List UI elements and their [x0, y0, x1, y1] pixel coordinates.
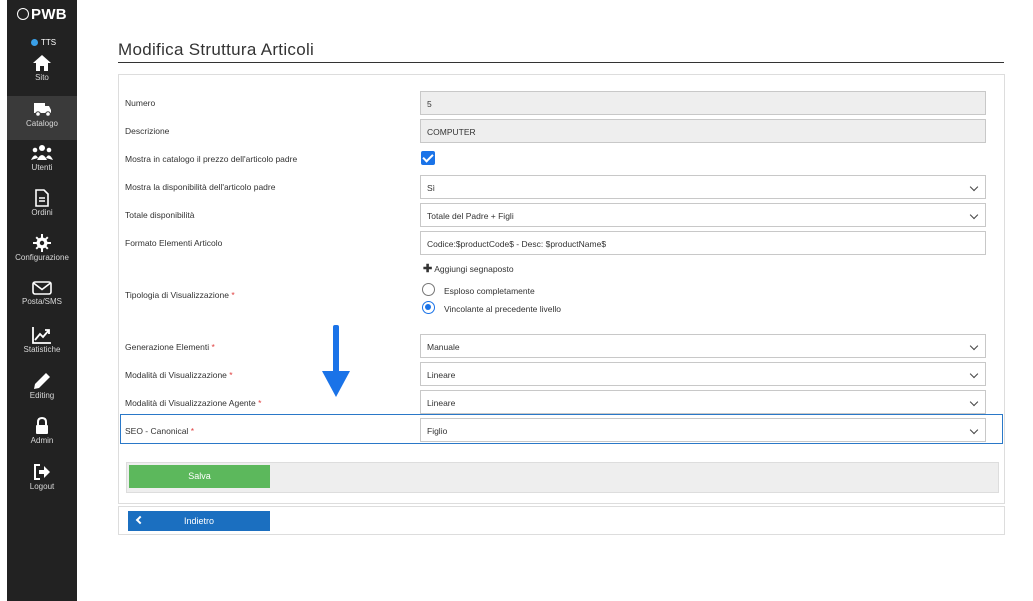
formato-label: Formato Elementi Articolo: [125, 238, 223, 248]
numero-value: 5: [427, 99, 432, 109]
nav-label: Configurazione: [15, 253, 69, 262]
nav-item-sito[interactable]: Sito: [7, 50, 77, 94]
title-divider: [118, 62, 1004, 63]
back-button[interactable]: Indietro: [128, 511, 270, 531]
arrow-down-icon: [322, 325, 350, 397]
descrizione-value: COMPUTER: [427, 127, 476, 137]
app-logo[interactable]: PWB: [7, 6, 77, 23]
chevron-left-icon: [135, 515, 145, 525]
radio-vincolante-label: Vincolante al precedente livello: [444, 304, 562, 314]
nav-item-admin[interactable]: Admin: [7, 413, 77, 457]
chart-icon: [32, 327, 51, 344]
modalita-text: Modalità di Visualizzazione: [125, 370, 227, 380]
chevron-down-icon: [969, 182, 979, 192]
formato-value: Codice:$productCode$ - Desc: $productNam…: [427, 239, 607, 249]
formato-input[interactable]: Codice:$productCode$ - Desc: $productNam…: [420, 231, 986, 255]
required-mark: *: [229, 370, 233, 380]
totale-disponibilita-value: Totale del Padre + Figli: [427, 211, 514, 221]
page-title: Modifica Struttura Articoli: [118, 40, 315, 59]
radio-esploso[interactable]: [422, 283, 435, 296]
modalita-select[interactable]: Lineare: [420, 362, 986, 386]
nav-item-logout[interactable]: Logout: [7, 459, 77, 503]
nav-item-catalogo[interactable]: Catalogo: [7, 96, 77, 140]
prezzo-padre-label: Mostra in catalogo il prezzo dell'artico…: [125, 154, 298, 164]
aggiungi-segnaposto-link[interactable]: ✚ Aggiungi segnaposto: [423, 262, 514, 275]
lock-icon: [36, 417, 48, 434]
nav-label: Posta/SMS: [21, 297, 62, 306]
nav-label: Utenti: [31, 163, 53, 172]
pencil-icon: [34, 373, 50, 389]
status-label: TTS: [41, 38, 57, 47]
disponibilita-padre-value: Sì: [427, 183, 436, 193]
status-dot-icon: [31, 38, 38, 46]
descrizione-field: COMPUTER: [420, 119, 986, 143]
modalita-agente-text: Modalità di Visualizzazione Agente: [125, 398, 256, 408]
chevron-down-icon: [969, 425, 979, 435]
home-icon: [33, 55, 51, 71]
nav-label: Sito: [35, 73, 49, 82]
radio-vincolante[interactable]: [422, 301, 435, 314]
totale-disponibilita-label: Totale disponibilità: [125, 210, 195, 220]
disponibilita-padre-label: Mostra la disponibilità dell'articolo pa…: [125, 182, 276, 192]
modalita-agente-select[interactable]: Lineare: [420, 390, 986, 414]
modalita-agente-label: Modalità di Visualizzazione Agente *: [125, 398, 261, 408]
seo-label: SEO - Canonical *: [125, 426, 194, 436]
seo-text: SEO - Canonical: [125, 426, 189, 436]
generazione-label: Generazione Elementi *: [125, 342, 215, 352]
page: PWB TTS Sito Catalogo Utenti Ordini Conf…: [0, 0, 1033, 601]
chevron-down-icon: [969, 369, 979, 379]
logo-text: PWB: [31, 6, 67, 23]
required-mark: *: [258, 398, 262, 408]
gear-icon: [33, 234, 51, 252]
save-button[interactable]: Salva: [129, 465, 270, 488]
modalita-value: Lineare: [427, 370, 456, 380]
totale-disponibilita-select[interactable]: Totale del Padre + Figli: [420, 203, 986, 227]
logo-icon: [17, 8, 30, 20]
numero-label: Numero: [125, 98, 156, 108]
required-mark: *: [190, 426, 194, 436]
generazione-value: Manuale: [427, 342, 460, 352]
tipologia-text: Tipologia di Visualizzazione: [125, 290, 229, 300]
radio-esploso-label: Esploso completamente: [444, 286, 535, 296]
nav-item-statistiche[interactable]: Statistiche: [7, 322, 77, 366]
chevron-down-icon: [969, 210, 979, 220]
document-icon: [35, 189, 49, 207]
modalita-label: Modalità di Visualizzazione *: [125, 370, 233, 380]
sidebar: PWB TTS Sito Catalogo Utenti Ordini Conf…: [7, 0, 77, 601]
users-icon: [31, 145, 53, 160]
nav-label: Logout: [29, 482, 55, 491]
seo-select[interactable]: Figlio: [420, 418, 986, 442]
nav-label: Catalogo: [25, 119, 59, 128]
nav-label: Editing: [29, 391, 55, 400]
prezzo-padre-checkbox[interactable]: [421, 151, 435, 165]
envelope-icon: [32, 281, 52, 295]
nav-item-configurazione[interactable]: Configurazione: [7, 230, 77, 274]
nav-item-posta-sms[interactable]: Posta/SMS: [7, 276, 77, 320]
descrizione-label: Descrizione: [125, 126, 170, 136]
nav-label: Admin: [30, 436, 54, 445]
nav-label: Ordini: [31, 208, 53, 217]
numero-field: 5: [420, 91, 986, 115]
plus-icon: ✚: [423, 263, 433, 275]
nav-item-utenti[interactable]: Utenti: [7, 140, 77, 184]
generazione-select[interactable]: Manuale: [420, 334, 986, 358]
tipologia-label: Tipologia di Visualizzazione *: [125, 290, 235, 300]
nav-label: Statistiche: [23, 345, 61, 354]
logout-icon: [34, 464, 50, 480]
aggiungi-label: Aggiungi segnaposto: [434, 264, 514, 274]
required-mark: *: [231, 290, 235, 300]
chevron-down-icon: [969, 397, 979, 407]
modalita-agente-value: Lineare: [427, 398, 456, 408]
disponibilita-padre-select[interactable]: Sì: [420, 175, 986, 199]
required-mark: *: [211, 342, 215, 352]
back-label: Indietro: [184, 516, 215, 526]
chevron-down-icon: [969, 341, 979, 351]
generazione-text: Generazione Elementi: [125, 342, 210, 352]
status-indicator: TTS: [31, 38, 56, 47]
truck-icon: [34, 103, 51, 117]
nav-item-ordini[interactable]: Ordini: [7, 185, 77, 229]
seo-value: Figlio: [427, 426, 448, 436]
nav-item-editing[interactable]: Editing: [7, 368, 77, 412]
